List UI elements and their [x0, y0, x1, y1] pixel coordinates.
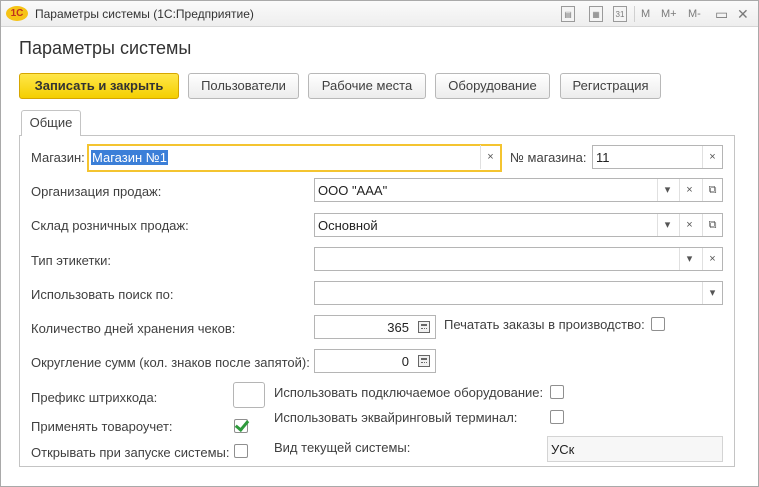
chevron-down-icon[interactable]: ▾ [702, 282, 722, 304]
toolbar-separator [634, 6, 635, 22]
print-icon[interactable]: ▤ [561, 6, 575, 22]
label-type-label: Тип этикетки: [31, 253, 111, 268]
receipt-days-input[interactable]: 365 [314, 315, 436, 339]
current-system-field: УСк [547, 436, 723, 462]
users-button[interactable]: Пользователи [188, 73, 299, 99]
calculator-icon[interactable] [418, 321, 430, 333]
workplaces-button[interactable]: Рабочие места [308, 73, 426, 99]
acquiring-terminal-label: Использовать эквайринговый терминал: [274, 410, 518, 425]
store-number-label: № магазина: [510, 150, 587, 165]
clear-icon[interactable]: × [480, 145, 500, 169]
warehouse-label: Склад розничных продаж: [31, 218, 189, 233]
rounding-value: 0 [401, 354, 409, 369]
memory-store-button[interactable]: M [641, 6, 650, 22]
open-on-start-label: Открывать при запуске системы: [31, 445, 230, 460]
search-by-select[interactable]: ▾ [314, 281, 723, 305]
label-type-input[interactable]: ▾ × [314, 247, 723, 271]
open-icon[interactable]: ⧉ [702, 214, 722, 236]
registration-button[interactable]: Регистрация [560, 73, 661, 99]
connected-equipment-checkbox[interactable] [550, 385, 564, 399]
chevron-down-icon[interactable]: ▾ [679, 248, 699, 270]
chevron-down-icon[interactable]: ▾ [657, 214, 677, 236]
clear-icon[interactable]: × [702, 248, 722, 270]
minimize-icon[interactable]: ▭ [715, 6, 728, 22]
clear-icon[interactable]: × [702, 146, 722, 168]
receipt-days-value: 365 [387, 320, 409, 335]
receipt-days-label: Количество дней хранения чеков: [31, 321, 236, 336]
organization-label: Организация продаж: [31, 184, 162, 199]
save-and-close-button[interactable]: Записать и закрыть [19, 73, 179, 99]
chevron-down-icon[interactable]: ▾ [657, 179, 677, 201]
window-title: Параметры системы (1С:Предприятие) [35, 7, 254, 21]
1c-logo-icon[interactable]: 1С [6, 6, 28, 21]
store-number-input[interactable]: 11 × [592, 145, 723, 169]
inventory-label: Применять товароучет: [31, 419, 173, 434]
store-value: Магазин №1 [91, 150, 168, 165]
calculator-icon[interactable]: ▦ [589, 6, 603, 22]
current-system-label: Вид текущей системы: [274, 440, 411, 455]
current-system-value: УСк [551, 442, 575, 457]
store-number-value: 11 [596, 150, 610, 165]
inventory-checkbox[interactable] [234, 419, 248, 433]
organization-input[interactable]: ООО "ААА" ▾ × ⧉ [314, 178, 723, 202]
equipment-button[interactable]: Оборудование [435, 73, 550, 99]
clear-icon[interactable]: × [679, 179, 699, 201]
acquiring-terminal-checkbox[interactable] [550, 410, 564, 424]
organization-value: ООО "ААА" [318, 183, 388, 198]
open-icon[interactable]: ⧉ [702, 179, 722, 201]
connected-equipment-label: Использовать подключаемое оборудование: [274, 385, 544, 400]
open-on-start-checkbox[interactable] [234, 444, 248, 458]
rounding-label: Округление сумм (кол. знаков после запят… [31, 355, 310, 370]
app-window: 1С Параметры системы (1С:Предприятие) ▤ … [0, 0, 759, 487]
search-by-label: Использовать поиск по: [31, 287, 174, 302]
title-bar: 1С Параметры системы (1С:Предприятие) ▤ … [1, 1, 758, 27]
tab-general[interactable]: Общие [21, 110, 81, 136]
store-label: Магазин: [31, 150, 85, 165]
warehouse-value: Основной [318, 218, 378, 233]
page-title: Параметры системы [19, 38, 192, 58]
print-orders-checkbox[interactable] [651, 317, 665, 331]
barcode-prefix-label: Префикс штрихкода: [31, 390, 158, 405]
memory-add-button[interactable]: M+ [661, 6, 677, 22]
memory-subtract-button[interactable]: M- [688, 6, 701, 22]
calculator-icon[interactable] [418, 355, 430, 367]
rounding-input[interactable]: 0 [314, 349, 436, 373]
calendar-icon[interactable]: 31 [613, 6, 627, 22]
warehouse-input[interactable]: Основной ▾ × ⧉ [314, 213, 723, 237]
print-orders-label: Печатать заказы в производство: [444, 317, 645, 332]
barcode-prefix-input[interactable] [233, 382, 265, 408]
clear-icon[interactable]: × [679, 214, 699, 236]
close-icon[interactable]: ✕ [737, 6, 749, 22]
store-input[interactable]: Магазин №1 × [87, 144, 502, 172]
